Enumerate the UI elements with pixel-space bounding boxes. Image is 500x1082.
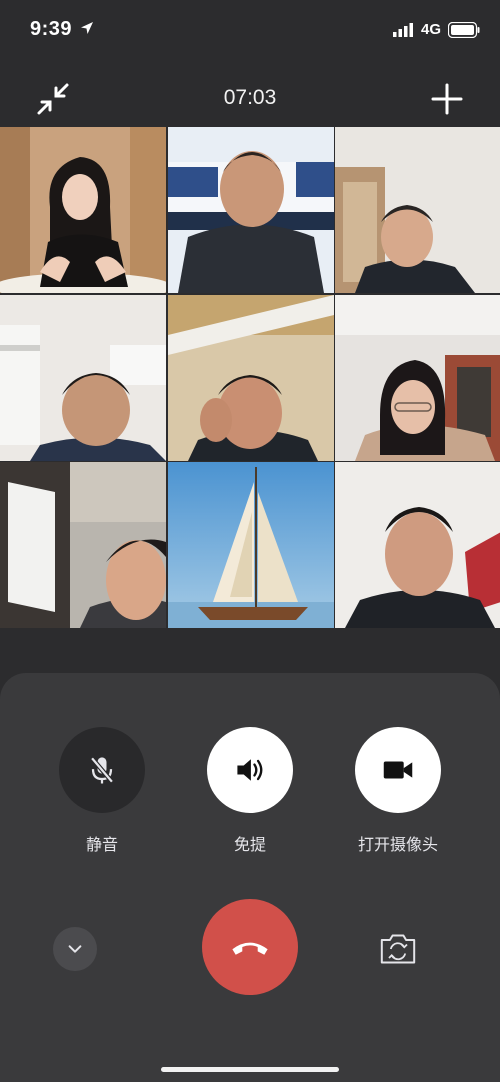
participant-tile-7[interactable] [0,462,166,628]
mute-label: 静音 [85,837,118,854]
microphone-off-icon [90,756,114,784]
collapse-panel-button[interactable] [53,927,97,971]
cellular-signal-icon [393,23,413,37]
participant-tile-5[interactable] [167,294,334,461]
hang-up-button[interactable] [202,899,298,995]
home-indicator[interactable] [161,1067,339,1072]
battery-icon [448,22,480,38]
speaker-label: 免提 [233,837,266,854]
network-type: 4G [421,21,442,38]
participant-3-video [335,127,500,293]
camera-button[interactable] [355,727,441,813]
participant-tile-4[interactable] [0,294,166,461]
participant-tile-2[interactable] [167,127,334,293]
hang-up-phone-icon [232,942,268,955]
participant-tile-6[interactable] [335,294,500,461]
camera-control: 打开摄像头 [338,727,458,855]
clock: 9:39 [30,18,73,40]
mute-control: 静音 [42,727,162,855]
call-top-bar: 07:03 [0,70,500,124]
participant-4-video [0,294,166,461]
participant-video-grid [0,127,500,628]
status-bar: 9:39 4G [0,0,500,60]
switch-camera-icon [380,934,416,964]
speaker-button[interactable] [207,727,293,813]
speaker-control: 免提 [190,727,310,855]
mute-button[interactable] [59,727,145,813]
location-arrow-icon [81,22,93,34]
call-duration: 07:03 [223,86,277,109]
video-camera-icon [383,761,413,779]
participant-5-video [167,294,334,461]
switch-camera-button[interactable] [376,929,420,969]
participant-9-video [335,462,500,628]
plus-icon [431,83,463,115]
participant-tile-8[interactable] [167,462,334,628]
participant-tile-3[interactable] [335,127,500,293]
add-participant-button[interactable] [428,80,466,118]
participant-6-video [335,294,500,461]
participant-2-video [167,127,334,293]
chevron-down-icon [68,945,82,953]
participant-7-video [0,462,166,628]
participant-tile-1[interactable] [0,127,166,293]
speaker-icon [237,759,263,781]
participant-1-video [0,127,166,293]
participant-8-sailboat-avatar [167,462,334,628]
camera-label: 打开摄像头 [357,837,438,854]
participant-tile-9[interactable] [335,462,500,628]
call-control-panel: 静音 免提 打开摄像头 [0,673,500,1082]
